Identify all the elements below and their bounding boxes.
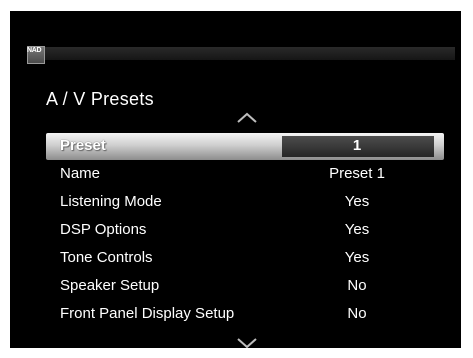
menu-item-value: 1 <box>352 137 362 154</box>
menu-item-value: No <box>347 305 367 322</box>
menu-item-label: Speaker Setup <box>60 277 160 294</box>
menu-item-label: Tone Controls <box>60 249 153 266</box>
page-title: A / V Presets <box>46 89 154 109</box>
chevron-up-icon[interactable] <box>236 112 258 124</box>
header-bar <box>27 47 455 60</box>
menu-item-value: Yes <box>344 221 370 238</box>
chevron-down-icon[interactable] <box>236 337 258 348</box>
menu-item-name[interactable]: Name Preset 1 <box>46 161 444 188</box>
menu-item-front-panel-display-setup[interactable]: Front Panel Display Setup No <box>46 301 444 328</box>
menu-item-tone-controls[interactable]: Tone Controls Yes <box>46 245 444 272</box>
brand-label: NAD <box>27 47 42 54</box>
menu-item-dsp-options[interactable]: DSP Options Yes <box>46 217 444 244</box>
menu-item-label: DSP Options <box>60 221 147 238</box>
menu-item-listening-mode[interactable]: Listening Mode Yes <box>46 189 444 216</box>
menu-item-value: No <box>347 277 367 294</box>
menu-item-preset[interactable]: Preset 1 <box>46 133 444 160</box>
menu-item-value: Yes <box>344 249 370 266</box>
menu-item-value: Preset 1 <box>329 165 385 182</box>
osd-screen: NAD A / V Presets Preset 1 Name Preset 1… <box>10 11 461 348</box>
menu-item-label: Name <box>60 165 101 182</box>
menu-item-label: Listening Mode <box>60 193 162 210</box>
menu-item-label: Preset <box>60 137 106 154</box>
menu-item-label: Front Panel Display Setup <box>60 305 235 322</box>
menu-item-speaker-setup[interactable]: Speaker Setup No <box>46 273 444 300</box>
menu-item-value: Yes <box>344 193 370 210</box>
